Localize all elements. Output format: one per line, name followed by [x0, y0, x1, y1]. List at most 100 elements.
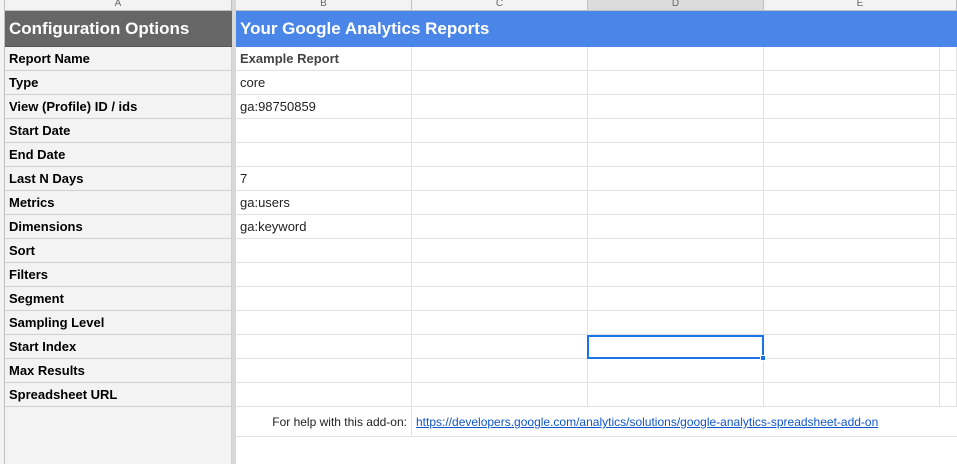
- empty-cell[interactable]: [412, 359, 588, 383]
- empty-cell[interactable]: [412, 143, 588, 167]
- config-label[interactable]: End Date: [5, 143, 232, 167]
- empty-cell[interactable]: [940, 263, 957, 287]
- empty-cell[interactable]: [412, 335, 588, 359]
- empty-cell[interactable]: [940, 47, 957, 71]
- config-value-cell[interactable]: [236, 119, 412, 143]
- empty-cell[interactable]: [940, 167, 957, 191]
- config-value-cell[interactable]: core: [236, 71, 412, 95]
- empty-cell[interactable]: [588, 359, 764, 383]
- config-value-cell[interactable]: ga:98750859: [236, 95, 412, 119]
- empty-cell[interactable]: [412, 71, 588, 95]
- empty-label-cell[interactable]: [5, 407, 232, 464]
- empty-cell[interactable]: [588, 143, 764, 167]
- empty-cell[interactable]: [764, 95, 940, 119]
- empty-cell[interactable]: [764, 167, 940, 191]
- config-label[interactable]: Dimensions: [5, 215, 232, 239]
- empty-cell[interactable]: [940, 239, 957, 263]
- empty-cell[interactable]: [412, 239, 588, 263]
- config-value-cell[interactable]: Example Report: [236, 47, 412, 71]
- empty-cell[interactable]: [412, 263, 588, 287]
- selected-cell-outline[interactable]: [587, 335, 764, 359]
- config-value-cell[interactable]: [236, 143, 412, 167]
- empty-cell[interactable]: [940, 359, 957, 383]
- empty-cell[interactable]: [588, 71, 764, 95]
- empty-cell[interactable]: [412, 119, 588, 143]
- config-label[interactable]: Max Results: [5, 359, 232, 383]
- empty-cell[interactable]: [764, 287, 940, 311]
- fill-handle[interactable]: [760, 355, 766, 361]
- empty-cell[interactable]: [764, 239, 940, 263]
- config-label[interactable]: Report Name: [5, 47, 232, 71]
- config-value-cell[interactable]: 7: [236, 167, 412, 191]
- empty-cell[interactable]: [412, 95, 588, 119]
- empty-cell[interactable]: [764, 215, 940, 239]
- config-label[interactable]: Metrics: [5, 191, 232, 215]
- config-value-cell[interactable]: [236, 335, 412, 359]
- empty-cell[interactable]: [764, 383, 940, 407]
- reports-header[interactable]: Your Google Analytics Reports: [236, 11, 940, 47]
- config-options-header[interactable]: Configuration Options: [5, 11, 232, 47]
- config-label[interactable]: Start Index: [5, 335, 232, 359]
- empty-cell[interactable]: [764, 71, 940, 95]
- empty-cell[interactable]: [588, 383, 764, 407]
- empty-cell[interactable]: [764, 191, 940, 215]
- config-value-cell[interactable]: [236, 311, 412, 335]
- config-label[interactable]: Segment: [5, 287, 232, 311]
- empty-cell[interactable]: [940, 119, 957, 143]
- column-header-d[interactable]: D: [588, 0, 764, 11]
- config-value-cell[interactable]: [236, 263, 412, 287]
- config-label[interactable]: Spreadsheet URL: [5, 383, 232, 407]
- empty-cell[interactable]: [588, 119, 764, 143]
- config-label[interactable]: Start Date: [5, 119, 232, 143]
- empty-cell[interactable]: [940, 143, 957, 167]
- column-header-e[interactable]: E: [764, 0, 957, 11]
- column-header-b[interactable]: B: [236, 0, 412, 11]
- empty-cell[interactable]: [588, 191, 764, 215]
- config-label[interactable]: Last N Days: [5, 167, 232, 191]
- empty-cell[interactable]: [764, 47, 940, 71]
- empty-cell[interactable]: [588, 239, 764, 263]
- config-label[interactable]: Sampling Level: [5, 311, 232, 335]
- empty-cell[interactable]: [412, 191, 588, 215]
- empty-cell[interactable]: [412, 47, 588, 71]
- config-label[interactable]: Filters: [5, 263, 232, 287]
- empty-cell[interactable]: [764, 263, 940, 287]
- empty-cell[interactable]: [588, 95, 764, 119]
- empty-cell[interactable]: [412, 215, 588, 239]
- empty-cell[interactable]: [940, 215, 957, 239]
- empty-cell[interactable]: [764, 119, 940, 143]
- empty-cell[interactable]: [588, 47, 764, 71]
- config-value-cell[interactable]: [236, 383, 412, 407]
- empty-cell[interactable]: [940, 383, 957, 407]
- help-link[interactable]: https://developers.google.com/analytics/…: [416, 415, 878, 429]
- empty-cell[interactable]: [588, 167, 764, 191]
- config-value-cell[interactable]: [236, 287, 412, 311]
- empty-cell[interactable]: [940, 95, 957, 119]
- config-label[interactable]: Sort: [5, 239, 232, 263]
- config-value-cell[interactable]: ga:keyword: [236, 215, 412, 239]
- empty-cell[interactable]: [940, 335, 957, 359]
- empty-cell[interactable]: [588, 287, 764, 311]
- empty-cell[interactable]: [764, 143, 940, 167]
- column-header-c[interactable]: C: [412, 0, 588, 11]
- empty-cell[interactable]: [412, 311, 588, 335]
- empty-cell[interactable]: [940, 191, 957, 215]
- empty-cell[interactable]: [940, 71, 957, 95]
- config-value-cell[interactable]: ga:users: [236, 191, 412, 215]
- empty-cell[interactable]: [940, 311, 957, 335]
- empty-cell[interactable]: [412, 167, 588, 191]
- empty-cell[interactable]: [412, 383, 588, 407]
- empty-cell[interactable]: [588, 215, 764, 239]
- config-label[interactable]: View (Profile) ID / ids: [5, 95, 232, 119]
- empty-cell[interactable]: [940, 287, 957, 311]
- empty-cell[interactable]: [412, 287, 588, 311]
- config-value-cell[interactable]: [236, 239, 412, 263]
- empty-cell[interactable]: [588, 263, 764, 287]
- empty-cell[interactable]: [764, 359, 940, 383]
- empty-cell[interactable]: [764, 311, 940, 335]
- config-value-cell[interactable]: [236, 359, 412, 383]
- empty-cell[interactable]: [588, 311, 764, 335]
- column-header-a[interactable]: A: [5, 0, 232, 11]
- empty-cell[interactable]: [764, 335, 940, 359]
- config-label[interactable]: Type: [5, 71, 232, 95]
